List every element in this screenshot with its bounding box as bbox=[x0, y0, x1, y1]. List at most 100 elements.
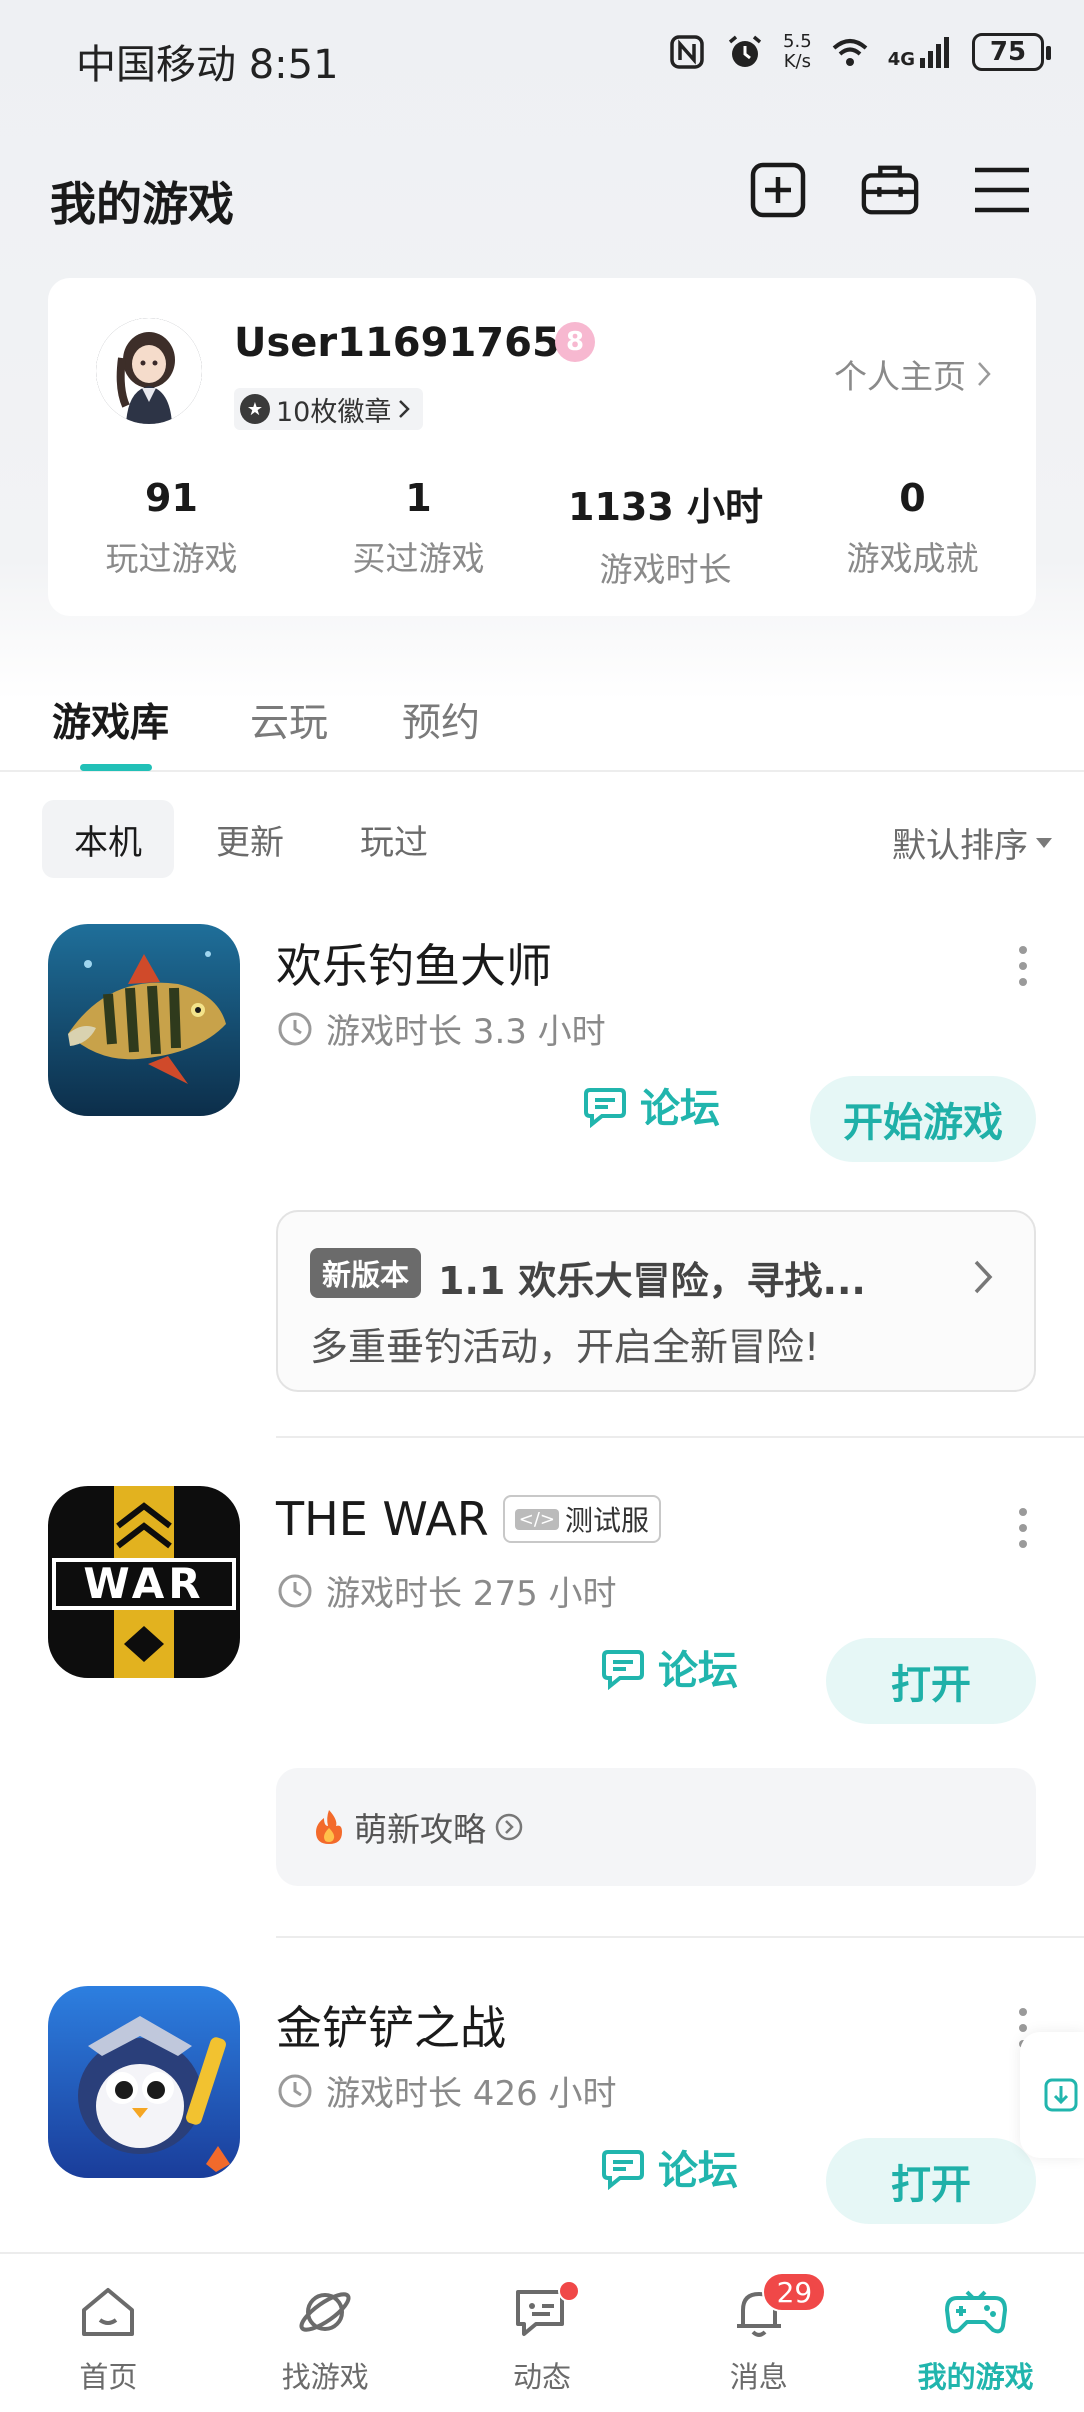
chevron-right-icon bbox=[978, 362, 991, 386]
tab-reserve[interactable]: 预约 bbox=[402, 692, 480, 748]
main-tabs: 游戏库 云玩 预约 bbox=[0, 680, 1084, 772]
network-type: 4G bbox=[887, 49, 915, 70]
status-icons: 5.5 K/s 4G 75 bbox=[667, 31, 1051, 72]
add-game-icon bbox=[750, 162, 806, 218]
download-icon bbox=[1044, 2078, 1078, 2112]
stat-achievements[interactable]: 0 游戏成就 bbox=[789, 476, 1036, 591]
stat-value: 91 bbox=[145, 476, 198, 520]
open-game-button[interactable]: 打开 bbox=[826, 2138, 1036, 2224]
stats-row: 91 玩过游戏 1 买过游戏 1133 小时 游戏时长 0 游戏成就 bbox=[48, 476, 1036, 591]
menu-button[interactable] bbox=[972, 160, 1032, 220]
guide-label: 萌新攻略 bbox=[354, 1810, 486, 1849]
filter-updates[interactable]: 更新 bbox=[184, 800, 316, 878]
game-title[interactable]: 金铲铲之战 bbox=[276, 1992, 506, 2058]
stat-value: 1 bbox=[405, 476, 432, 520]
test-server-tag: </> 测试服 bbox=[502, 1495, 662, 1543]
download-float-button[interactable] bbox=[1020, 2032, 1084, 2158]
game-row: 金铲铲之战 游戏时长 426 小时 论坛 打开 bbox=[0, 1986, 1084, 2246]
open-game-button[interactable]: 打开 bbox=[826, 1638, 1036, 1724]
nfc-icon bbox=[670, 35, 704, 69]
nav-label: 找游戏 bbox=[281, 2360, 369, 2394]
nav-home[interactable]: 首页 bbox=[0, 2254, 217, 2412]
bottom-nav: 首页 找游戏 动态 29 消息 我的游戏 bbox=[0, 2252, 1084, 2412]
clock-icon bbox=[278, 2074, 312, 2107]
playtime-text: 游戏时长 3.3 小时 bbox=[326, 1012, 606, 1052]
nav-label: 我的游戏 bbox=[917, 2360, 1034, 2394]
wifi-icon bbox=[832, 39, 868, 66]
clock-icon bbox=[278, 1574, 312, 1607]
nav-feed[interactable]: 动态 bbox=[434, 2254, 651, 2412]
game-icon-the-war[interactable]: WAR bbox=[48, 1486, 240, 1678]
avatar-portrait bbox=[96, 318, 202, 424]
game-row: 欢乐钓鱼大师 游戏时长 3.3 小时 论坛 开始游戏 新版本 1.1 欢乐大冒险… bbox=[0, 924, 1084, 1394]
forum-icon bbox=[584, 1088, 626, 1128]
golden-spatula-game-art bbox=[48, 1986, 240, 2178]
add-game-button[interactable] bbox=[748, 160, 808, 220]
game-title[interactable]: THE WAR </> 测试服 bbox=[276, 1492, 662, 1546]
alarm-icon bbox=[728, 35, 762, 67]
filter-local[interactable]: 本机 bbox=[42, 800, 174, 878]
beginner-guide-card[interactable]: 萌新攻略 bbox=[276, 1768, 1036, 1886]
sort-label: 默认排序 bbox=[892, 826, 1028, 866]
chevron-right-icon bbox=[974, 1260, 993, 1294]
planet-icon bbox=[299, 2292, 351, 2332]
nav-messages[interactable]: 29 消息 bbox=[650, 2254, 867, 2412]
game-icon-golden-spatula[interactable] bbox=[48, 1986, 240, 2178]
nav-label: 首页 bbox=[79, 2360, 138, 2394]
game-name: 金铲铲之战 bbox=[276, 2001, 506, 2055]
toolbox-icon bbox=[861, 165, 919, 215]
tab-cloud[interactable]: 云玩 bbox=[250, 692, 328, 748]
game-title[interactable]: 欢乐钓鱼大师 bbox=[276, 930, 552, 996]
nav-discover[interactable]: 找游戏 bbox=[217, 2254, 434, 2412]
medal-chip[interactable]: ★ 10枚徽章 bbox=[234, 388, 424, 430]
stat-bought[interactable]: 1 买过游戏 bbox=[295, 476, 542, 591]
playtime-text: 游戏时长 275 小时 bbox=[326, 1574, 617, 1614]
code-icon: </> bbox=[514, 1508, 560, 1530]
stat-played[interactable]: 91 玩过游戏 bbox=[48, 476, 295, 591]
fire-icon bbox=[316, 1810, 342, 1844]
more-options-icon[interactable] bbox=[1018, 1508, 1028, 1550]
unread-count-badge: 29 bbox=[762, 2272, 827, 2312]
stat-playtime[interactable]: 1133 小时 游戏时长 bbox=[542, 476, 789, 591]
start-game-button[interactable]: 开始游戏 bbox=[810, 1076, 1036, 1162]
forum-button[interactable]: 论坛 bbox=[600, 1638, 738, 1696]
forum-button[interactable]: 论坛 bbox=[600, 2138, 738, 2196]
username: User116917650 bbox=[234, 320, 588, 366]
the-war-game-art: WAR bbox=[48, 1486, 240, 1678]
avatar[interactable] bbox=[96, 318, 202, 424]
sort-dropdown[interactable]: 默认排序 bbox=[892, 818, 1052, 867]
nav-my-games[interactable]: 我的游戏 bbox=[867, 2254, 1084, 2412]
forum-label: 论坛 bbox=[640, 1086, 720, 1132]
new-version-tag: 新版本 bbox=[310, 1248, 422, 1298]
fishing-game-art bbox=[48, 924, 240, 1116]
new-activity-dot bbox=[557, 2280, 580, 2302]
medal-count: 10枚徽章 bbox=[276, 396, 392, 428]
row-divider bbox=[276, 1936, 1084, 1938]
clock-icon bbox=[278, 1012, 312, 1045]
filter-played[interactable]: 玩过 bbox=[328, 800, 460, 878]
level-badge: 8 bbox=[555, 322, 595, 362]
net-speed-value: 5.5 bbox=[783, 31, 812, 52]
forum-label: 论坛 bbox=[658, 1648, 738, 1694]
menu-icon bbox=[975, 167, 1029, 213]
forum-button[interactable]: 论坛 bbox=[582, 1076, 720, 1134]
nav-label: 消息 bbox=[729, 2360, 788, 2394]
tab-library[interactable]: 游戏库 bbox=[52, 692, 169, 748]
nav-label: 动态 bbox=[512, 2360, 571, 2394]
profile-link[interactable]: 个人主页 bbox=[834, 350, 992, 398]
page-title: 我的游戏 bbox=[50, 177, 234, 231]
row-divider bbox=[276, 1436, 1084, 1438]
more-options-icon[interactable] bbox=[1018, 946, 1028, 988]
toolbox-button[interactable] bbox=[860, 160, 920, 220]
forum-icon bbox=[602, 1650, 644, 1690]
filter-row: 本机 更新 玩过 默认排序 bbox=[0, 800, 1084, 878]
game-playtime: 游戏时长 426 小时 bbox=[276, 2066, 617, 2115]
playtime-text: 游戏时长 426 小时 bbox=[326, 2074, 617, 2114]
caret-down-icon bbox=[1036, 837, 1052, 848]
game-row: WAR THE WAR </> 测试服 游戏时长 275 小时 论坛 打开 萌新攻… bbox=[0, 1486, 1084, 1906]
circle-chevron-icon bbox=[495, 1813, 523, 1841]
update-card[interactable]: 新版本 1.1 欢乐大冒险，寻找... 多重垂钓活动，开启全新冒险! bbox=[276, 1210, 1036, 1392]
test-server-label: 测试服 bbox=[565, 1504, 650, 1537]
stat-label: 游戏时长 bbox=[599, 550, 732, 589]
game-icon-fishing[interactable] bbox=[48, 924, 240, 1116]
